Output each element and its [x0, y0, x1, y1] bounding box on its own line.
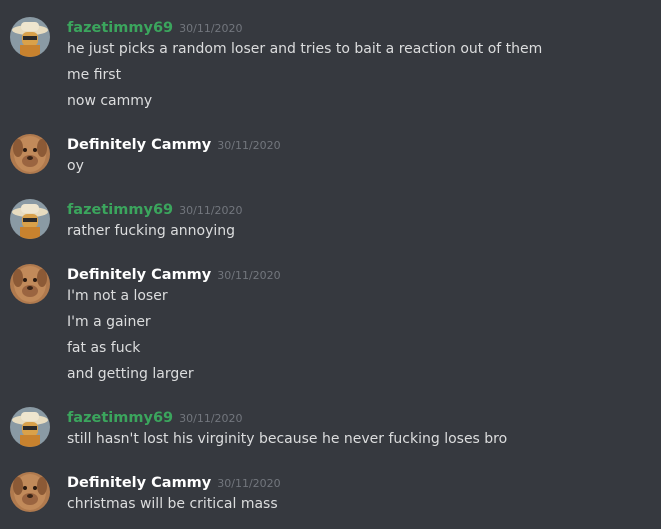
message-text: I'm a gainer [67, 314, 151, 330]
username[interactable]: Definitely Cammy [67, 137, 211, 153]
username[interactable]: Definitely Cammy [67, 267, 211, 283]
message-header: Definitely Cammy 30/11/2020 [67, 134, 281, 154]
username[interactable]: fazetimmy69 [67, 410, 173, 426]
dog-avatar-icon[interactable] [10, 264, 50, 304]
cowboy-avatar-icon[interactable] [10, 17, 50, 57]
cowboy-avatar-icon[interactable] [10, 199, 50, 239]
timestamp: 30/11/2020 [179, 204, 243, 217]
message-header: fazetimmy69 30/11/2020 [67, 199, 243, 219]
timestamp: 30/11/2020 [179, 412, 243, 425]
cowboy-avatar-icon[interactable] [10, 407, 50, 447]
timestamp: 30/11/2020 [217, 269, 281, 282]
username[interactable]: fazetimmy69 [67, 20, 173, 36]
message-text: he just picks a random loser and tries t… [67, 41, 543, 57]
message-header: fazetimmy69 30/11/2020 [67, 407, 243, 427]
dog-avatar-icon[interactable] [10, 134, 50, 174]
message-text: oy [67, 158, 84, 174]
message-text: me first [67, 67, 122, 83]
username[interactable]: Definitely Cammy [67, 475, 211, 491]
message-text: I'm not a loser [67, 288, 168, 304]
message-header: Definitely Cammy 30/11/2020 [67, 264, 281, 284]
username[interactable]: fazetimmy69 [67, 202, 173, 218]
message-text: fat as fuck [67, 340, 141, 356]
timestamp: 30/11/2020 [217, 139, 281, 152]
message-text: still hasn't lost his virginity because … [67, 431, 508, 447]
message-text: rather fucking annoying [67, 223, 236, 239]
message-header: fazetimmy69 30/11/2020 [67, 17, 243, 37]
message-text: christmas will be critical mass [67, 496, 278, 512]
timestamp: 30/11/2020 [217, 477, 281, 490]
timestamp: 30/11/2020 [179, 22, 243, 35]
dog-avatar-icon[interactable] [10, 472, 50, 512]
message-text: now cammy [67, 93, 153, 109]
chat-message-list: fazetimmy69 30/11/2020 he just picks a ra… [0, 0, 661, 529]
message-header: Definitely Cammy 30/11/2020 [67, 472, 281, 492]
message-text: and getting larger [67, 366, 194, 382]
